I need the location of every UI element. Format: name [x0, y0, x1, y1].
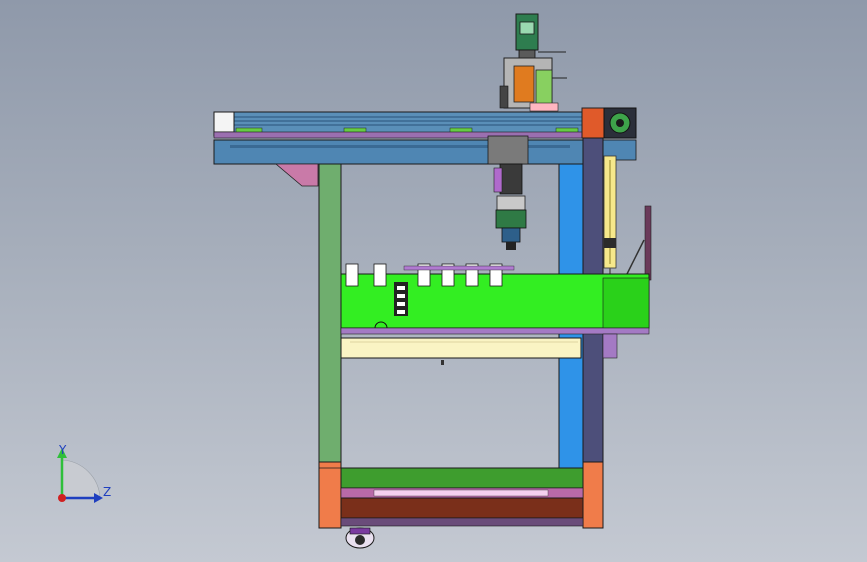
y-axis-label: Y — [59, 443, 67, 457]
x-axis-dot — [58, 494, 66, 502]
gripper-head — [496, 195, 526, 211]
cross-beam — [340, 337, 582, 359]
coordinate-triad: Y Z — [40, 440, 120, 510]
motor-mount — [581, 107, 605, 139]
machine-assembly-model[interactable] — [0, 0, 867, 562]
triad-plane — [61, 459, 101, 499]
lower-beam — [213, 139, 585, 165]
base-beam-green — [340, 467, 584, 489]
left-post — [318, 163, 342, 469]
z-axis-label: Z — [103, 485, 112, 499]
cad-graphics-viewport[interactable] — [0, 0, 867, 562]
base-beam-brown — [340, 497, 584, 519]
